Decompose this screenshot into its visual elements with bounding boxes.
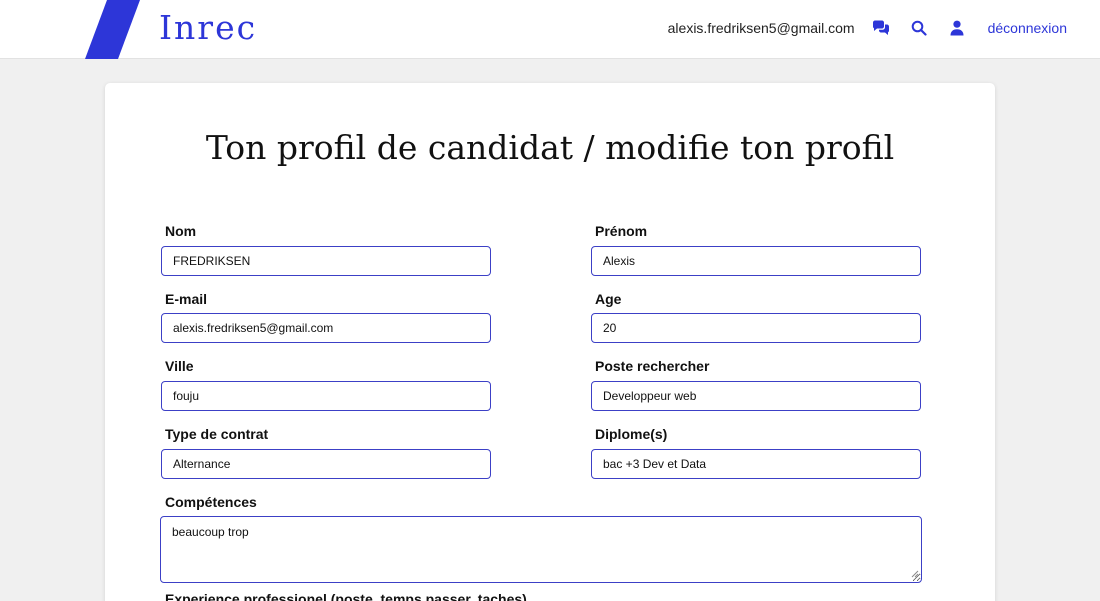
search-icon[interactable] [910,19,928,37]
age-label: Age [595,291,622,307]
nom-label: Nom [165,223,197,239]
messages-icon[interactable] [872,19,890,37]
page-title: Ton profil de candidat / modifie ton pro… [205,128,895,167]
competences-textarea[interactable]: beaucoup trop [160,516,922,583]
prenom-input[interactable] [591,246,921,276]
diplome-label: Diplome(s) [595,426,668,442]
nom-input[interactable] [161,246,491,276]
competences-label: Compétences [165,494,257,510]
logout-link[interactable]: déconnexion [988,20,1067,36]
prenom-label: Prénom [595,223,648,239]
user-icon[interactable] [948,19,966,37]
poste-label: Poste rechercher [595,358,710,374]
brand-name[interactable]: Inrec [159,6,257,50]
contrat-label: Type de contrat [165,426,269,442]
ville-label: Ville [165,358,194,374]
contrat-input[interactable] [161,449,491,479]
user-nav: alexis.fredriksen5@gmail.com déconnexion [668,0,1067,56]
experience-label: Experience professionel (poste, temps pa… [165,591,527,601]
email-input[interactable] [161,313,491,343]
poste-input[interactable] [591,381,921,411]
ville-input[interactable] [161,381,491,411]
profile-card: Ton profil de candidat / modifie ton pro… [105,83,995,601]
email-label: E-mail [165,291,208,307]
resize-grip-icon[interactable] [911,570,919,578]
age-input[interactable] [591,313,921,343]
user-email: alexis.fredriksen5@gmail.com [667,20,855,36]
logo-stripe-icon[interactable] [85,0,140,59]
top-navbar: Inrec alexis.fredriksen5@gmail.com décon… [0,0,1100,59]
diplome-input[interactable] [591,449,921,479]
